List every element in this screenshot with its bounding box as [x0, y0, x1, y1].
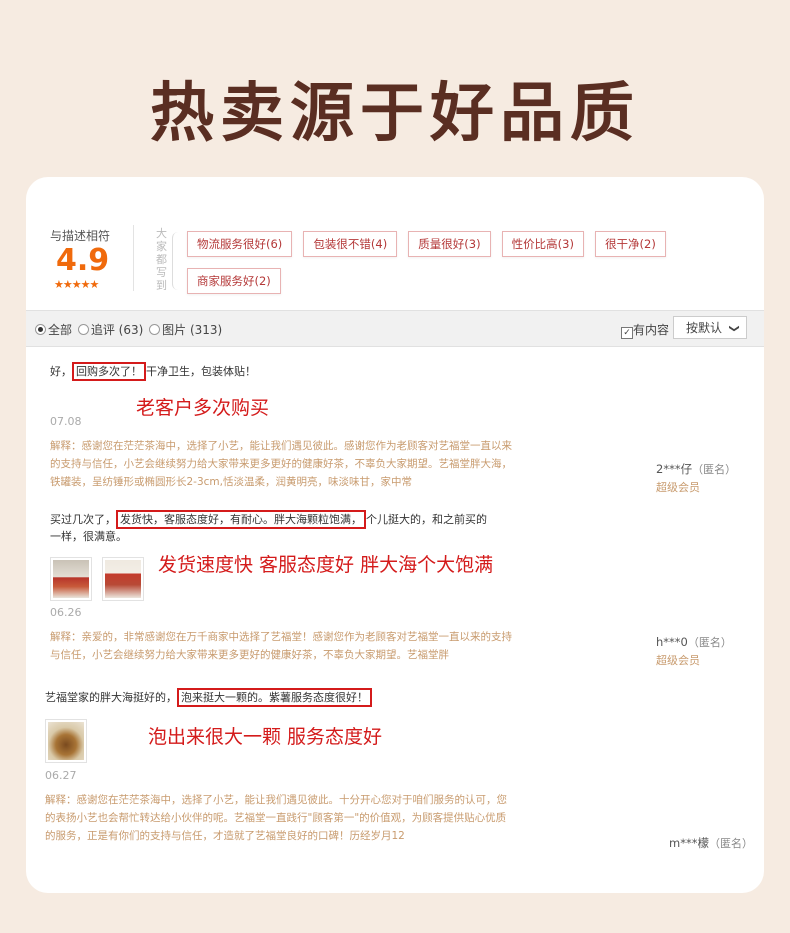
- review-highlight: 泡来挺大一颗的。紫薯服务态度很好！: [177, 688, 372, 707]
- review-date: 06.26: [50, 606, 82, 619]
- review-text-part: 好，: [50, 365, 72, 378]
- brace-icon: [172, 232, 181, 290]
- review-highlight: 发货快，客服态度好，有耐心。胖大海颗粒饱满，: [116, 510, 366, 529]
- tag-seller-service[interactable]: 商家服务好(2): [187, 268, 281, 294]
- photo-thumbnail[interactable]: [50, 557, 92, 601]
- annotation-label: 泡出来很大一颗 服务态度好: [148, 726, 383, 748]
- sort-label: 按默认: [686, 321, 723, 335]
- tag-packaging[interactable]: 包装很不错(4): [303, 231, 398, 257]
- reviewer-id: m***檬: [669, 836, 709, 850]
- reviewer-id: h***0: [656, 635, 688, 649]
- review-filter-radios: 全部 追评 (63) 图片 (313): [35, 321, 224, 338]
- radio-icon[interactable]: [35, 324, 46, 335]
- reviewer-name: 2***仔（匿名）: [656, 461, 736, 477]
- filter-photos[interactable]: 图片 (313): [149, 321, 222, 338]
- review-card: 与描述相符 4.9 ★★★★★ 大家都写到 物流服务很好(6) 包装很不错(4)…: [26, 177, 764, 893]
- radio-icon[interactable]: [77, 324, 89, 335]
- seller-reply: 解释：亲爱的，非常感谢您在万千商家中选择了艺福堂！感谢您作为老顾客对艺福堂一直以…: [50, 631, 512, 661]
- anonymous-label: （匿名）: [692, 463, 737, 476]
- star-rating-icon: ★★★★★: [54, 278, 99, 291]
- sort-dropdown[interactable]: 按默认 ❯: [673, 316, 747, 339]
- photo-thumbnail[interactable]: [45, 719, 87, 763]
- score-label: 与描述相符: [50, 229, 111, 243]
- reviewer-id: 2***仔: [656, 462, 693, 476]
- tag-value[interactable]: 性价比高(3): [501, 231, 584, 257]
- page-headline: 热卖源于好品质: [150, 76, 640, 151]
- seller-reply: 解释：感谢您在茫茫茶海中，选择了小艺，能让我们遇见彼此。感谢您作为老顾客对艺福堂…: [50, 440, 512, 488]
- reviewer-name: m***檬（匿名）: [669, 835, 753, 851]
- member-badge: 超级会员: [656, 481, 700, 494]
- review-tags: 物流服务很好(6) 包装很不错(4) 质量很好(3) 性价比高(3) 很干净(2…: [187, 231, 747, 305]
- photo-thumbnail[interactable]: [102, 557, 144, 601]
- review-text-part: 买过几次了，: [50, 513, 116, 526]
- review-text-part: 艺福堂家的胖大海挺好的，: [45, 691, 177, 704]
- has-content-label: 有内容: [633, 323, 670, 337]
- review-text-part: 干净卫生，包装体贴！: [146, 365, 256, 378]
- filter-bar: 全部 追评 (63) 图片 (313) ✓ 有内容 按默认 ❯: [26, 310, 764, 347]
- anonymous-label: （匿名）: [687, 636, 732, 649]
- score-block: 与描述相符 4.9 ★★★★★: [50, 227, 132, 291]
- review-text: 好， 回购多次了！ 干净卫生，包装体贴！: [50, 362, 510, 381]
- annotation-label: 发货速度快 客服态度好 胖大海个大饱满: [158, 554, 494, 576]
- filter-photos-label: 图片 (313): [162, 323, 223, 337]
- member-badge: 超级会员: [656, 654, 700, 667]
- anonymous-label: （匿名）: [708, 837, 753, 850]
- filter-all-label: 全部: [48, 323, 73, 337]
- review-text: 买过几次了， 发货快，客服态度好，有耐心。胖大海颗粒饱满， 个儿挺大的，和之前买的一…: [50, 510, 495, 545]
- tags-vertical-label: 大家都写到: [156, 227, 167, 292]
- rating-summary: 与描述相符 4.9 ★★★★★ 大家都写到 物流服务很好(6) 包装很不错(4)…: [26, 177, 764, 309]
- divider: [133, 225, 134, 291]
- chevron-down-icon: ❯: [728, 324, 740, 333]
- tag-logistics[interactable]: 物流服务很好(6): [187, 231, 293, 257]
- has-content-filter[interactable]: ✓ 有内容: [621, 321, 669, 339]
- review-date: 07.08: [50, 415, 82, 428]
- radio-icon[interactable]: [149, 324, 161, 335]
- review-date: 06.27: [45, 769, 77, 782]
- tag-clean[interactable]: 很干净(2): [595, 231, 666, 257]
- filter-followup-label: 追评 (63): [90, 323, 144, 337]
- review-text: 艺福堂家的胖大海挺好的， 泡来挺大一颗的。紫薯服务态度很好！: [45, 688, 505, 707]
- annotation-label: 老客户多次购买: [136, 397, 270, 419]
- tag-quality[interactable]: 质量很好(3): [408, 231, 491, 257]
- filter-followup[interactable]: 追评 (63): [77, 321, 144, 338]
- checkbox-icon[interactable]: ✓: [621, 327, 633, 339]
- filter-all[interactable]: 全部: [35, 321, 72, 338]
- reviewer-name: h***0（匿名）: [656, 634, 732, 650]
- review-highlight: 回购多次了！: [72, 362, 146, 381]
- score-value: 4.9: [56, 243, 110, 278]
- seller-reply: 解释：感谢您在茫茫茶海中，选择了小艺，能让我们遇见彼此。十分开心您对于咱们服务的…: [45, 794, 507, 842]
